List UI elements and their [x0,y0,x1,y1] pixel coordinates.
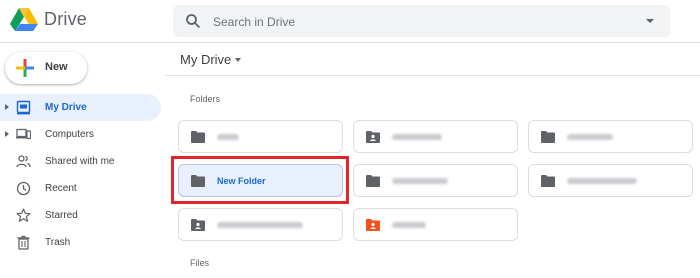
trash-icon [17,235,30,250]
folder-card[interactable] [178,120,343,153]
folder-icon [541,175,555,187]
sidebar: My Drive Computers Shared with me Recent… [0,94,165,256]
sidebar-item-label: Computers [45,129,94,140]
sidebar-item-label: Starred [45,210,78,221]
files-section-label: Files [190,258,210,268]
sidebar-item-recent[interactable]: Recent [0,175,161,202]
obscured-folder-name [392,222,426,228]
folder-card[interactable] [528,164,693,197]
expand-arrow-icon[interactable] [5,104,9,110]
shared-with-me-icon [16,155,31,168]
folders-section-label: Folders [190,94,221,104]
search-icon[interactable] [185,13,201,29]
sidebar-item-label: Shared with me [45,156,115,167]
search-options-caret-icon[interactable] [646,19,654,23]
shared-folder-icon [366,131,380,143]
shared-folder-icon [366,219,380,231]
folder-card[interactable] [353,208,518,241]
title-dropdown-caret-icon[interactable] [235,58,241,62]
sidebar-item-computers[interactable]: Computers [0,121,161,148]
search-input[interactable] [211,5,615,39]
folder-card-new-folder[interactable]: New Folder [178,164,343,197]
sidebar-item-label: Recent [45,183,77,194]
page-title[interactable]: My Drive [180,52,231,67]
folder-card[interactable] [178,208,343,241]
title-divider [165,75,700,76]
folder-icon [191,175,205,187]
obscured-folder-name [217,134,239,140]
obscured-folder-name [567,178,637,184]
my-drive-icon [16,100,31,115]
folder-icon [366,175,380,187]
plus-icon [16,59,34,77]
folder-icon [541,131,555,143]
expand-arrow-icon[interactable] [5,131,9,137]
sidebar-item-label: Trash [45,237,71,248]
folder-name: New Folder [217,176,266,186]
clock-icon [16,181,31,196]
folder-card[interactable] [528,120,693,153]
sidebar-item-my-drive[interactable]: My Drive [0,94,161,121]
top-bar: Drive [0,0,700,43]
sidebar-item-label: My Drive [45,102,87,113]
folder-card[interactable] [353,164,518,197]
new-button[interactable]: New [5,52,87,84]
search-bar[interactable] [173,5,670,39]
sidebar-item-trash[interactable]: Trash [0,229,161,256]
folder-card[interactable] [353,120,518,153]
new-button-label: New [45,61,68,73]
obscured-folder-name [567,134,613,140]
computers-icon [16,128,31,140]
obscured-folder-name [392,178,448,184]
obscured-folder-name [217,222,303,228]
obscured-folder-name [392,134,442,140]
app-name[interactable]: Drive [44,9,87,30]
shared-folder-icon [191,219,205,231]
star-icon [16,208,31,222]
sidebar-item-shared-with-me[interactable]: Shared with me [0,148,161,175]
sidebar-item-starred[interactable]: Starred [0,202,161,229]
drive-logo-icon[interactable] [10,7,38,31]
folder-icon [191,131,205,143]
